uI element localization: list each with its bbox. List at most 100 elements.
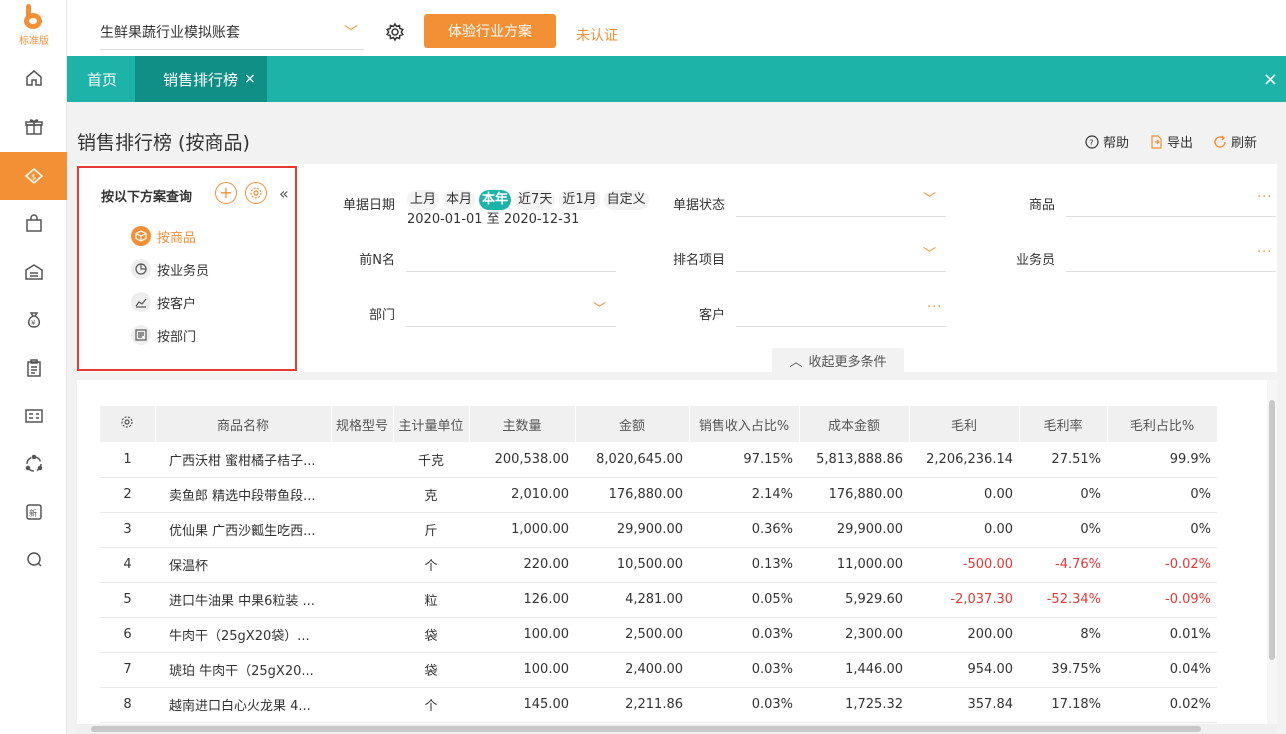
col-header-gross-profit[interactable]: 毛利 — [909, 406, 1020, 442]
cycle-icon — [25, 454, 42, 472]
page-title: 销售排行榜 (按商品) — [77, 132, 250, 154]
collapse-panel-icon[interactable]: « — [279, 184, 289, 203]
col-header-revenue-share[interactable]: 销售收入占比% — [689, 406, 800, 442]
table-row[interactable]: 3 优仙果 广西沙瓤生吃西... 斤 1,000.00 29,900.00 0.36% 29… — [100, 512, 1217, 548]
chip-last-month[interactable]: 上月 — [407, 190, 440, 210]
export-button[interactable]: 导出 — [1149, 132, 1193, 151]
close-icon[interactable]: × — [244, 71, 256, 87]
cell-revenue-share: 97.15% — [689, 442, 799, 478]
brand-logo[interactable]: 标准版 — [10, 4, 58, 52]
help-icon: ? — [1085, 134, 1099, 149]
table-row[interactable]: 8 越南进口白心火龙果 4... 个 145.00 2,211.86 0.03% 1,725… — [100, 687, 1217, 723]
col-header-quantity[interactable]: 主数量 — [469, 406, 576, 442]
cell-margin: 39.75% — [1019, 652, 1107, 688]
try-industry-button[interactable]: 体验行业方案 — [424, 14, 556, 48]
table-row[interactable]: 6 牛肉干（25gX20袋）... 袋 100.00 2,500.00 0.03% 2,30… — [100, 617, 1217, 653]
table-row[interactable]: 7 琥珀 牛肉干（25gX20... 袋 100.00 2,400.00 0.03% 1,4… — [100, 652, 1217, 688]
col-header-spec[interactable]: 规格型号 — [331, 406, 394, 442]
col-header-goods-name[interactable]: 商品名称 — [155, 406, 332, 442]
more-dots-icon[interactable]: ··· — [1257, 245, 1272, 260]
scheme-item-label: 按客户 — [157, 296, 197, 312]
rail-item-docs[interactable] — [0, 344, 67, 392]
scheme-item-customer[interactable]: 按客户 — [131, 292, 196, 312]
col-header-margin[interactable]: 毛利率 — [1019, 406, 1108, 442]
chevron-down-icon[interactable]: ﹀ — [923, 188, 936, 207]
chip-custom[interactable]: 自定义 — [603, 190, 649, 210]
chevron-down-icon[interactable]: ﹀ — [593, 298, 606, 317]
gear-icon[interactable] — [385, 22, 405, 42]
customer-input[interactable] — [736, 326, 946, 327]
goods-input[interactable] — [1066, 216, 1276, 217]
rank-item-select[interactable] — [736, 271, 946, 272]
chip-this-month[interactable]: 本月 — [443, 190, 476, 210]
more-dots-icon[interactable]: ··· — [927, 300, 942, 315]
scheme-item-department[interactable]: 按部门 — [131, 325, 196, 345]
rail-item-home[interactable] — [0, 54, 67, 102]
department-select[interactable] — [406, 326, 616, 327]
close-all-tabs-icon[interactable]: × — [1263, 69, 1278, 90]
rail-item-cycle[interactable] — [0, 440, 67, 488]
rail-item-report[interactable] — [0, 392, 67, 440]
help-button[interactable]: ? 帮助 — [1085, 132, 1129, 151]
cell-spec — [331, 547, 393, 583]
col-header-profit-share[interactable]: 毛利占比% — [1107, 406, 1218, 442]
cell-revenue-share: 0.13% — [689, 547, 799, 583]
table-row[interactable]: 2 卖鱼郎 精选中段带鱼段... 克 2,010.00 176,880.00 2.14% 1… — [100, 477, 1217, 513]
more-dots-icon[interactable]: ··· — [1257, 190, 1272, 205]
collapse-conditions-button[interactable]: ︿ 收起更多条件 — [772, 348, 904, 372]
account-selector[interactable]: 生鲜果蔬行业模拟账套 ﹀ — [100, 14, 364, 50]
cell-revenue-share: 2.14% — [689, 477, 799, 513]
rail-item-chat[interactable] — [0, 536, 67, 584]
cell-quantity: 126.00 — [469, 582, 575, 618]
cell-amount: 2,400.00 — [575, 652, 689, 688]
tab-sales-ranking[interactable]: 销售排行榜 × — [135, 56, 267, 102]
chip-last-7-days[interactable]: 近7天 — [515, 190, 556, 210]
cell-goods-name: 保温杯 — [155, 547, 331, 583]
status-select[interactable] — [736, 216, 946, 217]
cell-spec — [331, 442, 393, 478]
cell-goods-name: 琥珀 牛肉干（25gX20... — [155, 652, 331, 688]
cell-quantity: 2,010.00 — [469, 477, 575, 513]
col-header-cost[interactable]: 成本金额 — [799, 406, 910, 442]
table-row[interactable]: 1 广西沃柑 蜜柑橘子桔子... 千克 200,538.00 8,020,645.00 9… — [100, 442, 1217, 478]
cell-quantity: 145.00 — [469, 687, 575, 723]
table-header-row: 商品名称 规格型号 主计量单位 主数量 金额 销售收入占比% 成本金额 毛利 毛… — [100, 406, 1218, 442]
column-settings[interactable] — [100, 406, 156, 442]
cell-spec — [331, 687, 393, 723]
rail-item-warehouse[interactable] — [0, 248, 67, 296]
tab-home[interactable]: 首页 — [87, 56, 117, 102]
col-header-unit[interactable]: 主计量单位 — [393, 406, 470, 442]
rail-item-gift[interactable] — [0, 103, 67, 151]
cell-quantity: 200,538.00 — [469, 442, 575, 478]
cell-goods-name: 广西沃柑 蜜柑橘子桔子... — [155, 442, 331, 478]
rail-item-purchase[interactable] — [0, 200, 67, 248]
chevron-down-icon[interactable]: ﹀ — [923, 243, 936, 262]
scheme-item-goods[interactable]: 按商品 — [131, 226, 196, 246]
horizontal-scrollbar[interactable] — [77, 724, 1277, 734]
vertical-scrollbar[interactable] — [1267, 380, 1277, 734]
verify-status-link[interactable]: 未认证 — [576, 25, 618, 45]
cell-profit-share: 0.04% — [1107, 652, 1217, 688]
topn-input[interactable] — [406, 271, 616, 272]
chip-last-1-month[interactable]: 近1月 — [559, 190, 600, 210]
cell-cost: 11,000.00 — [799, 547, 909, 583]
date-range-value[interactable]: 2020-01-01 至 2020-12-31 — [407, 208, 579, 227]
cell-amount: 4,281.00 — [575, 582, 689, 618]
topn-label: 前N名 — [359, 253, 395, 268]
col-header-amount[interactable]: 金额 — [575, 406, 690, 442]
scheme-settings-icon[interactable] — [245, 182, 267, 204]
chip-this-year[interactable]: 本年 — [479, 190, 512, 210]
rail-item-sales[interactable]: $ — [0, 152, 67, 200]
rail-item-new[interactable]: 新 — [0, 488, 67, 536]
refresh-button[interactable]: 刷新 — [1213, 132, 1257, 151]
cell-gross-profit: 200.00 — [909, 617, 1019, 653]
scheme-item-salesman[interactable]: 按业务员 — [131, 259, 209, 279]
table-row[interactable]: 5 进口牛油果 中果6粒装 ... 粒 126.00 4,281.00 0.05% 5,92… — [100, 582, 1217, 618]
add-scheme-icon[interactable]: + — [215, 182, 237, 204]
salesman-input[interactable] — [1066, 271, 1276, 272]
table-row[interactable]: 4 保温杯 个 220.00 10,500.00 0.13% 11,000.00 -500.0… — [100, 547, 1217, 583]
scroll-thumb[interactable] — [1269, 400, 1275, 660]
scroll-thumb[interactable] — [91, 726, 1201, 732]
cell-margin: -52.34% — [1019, 582, 1107, 618]
rail-item-finance[interactable]: ¥ — [0, 296, 67, 344]
